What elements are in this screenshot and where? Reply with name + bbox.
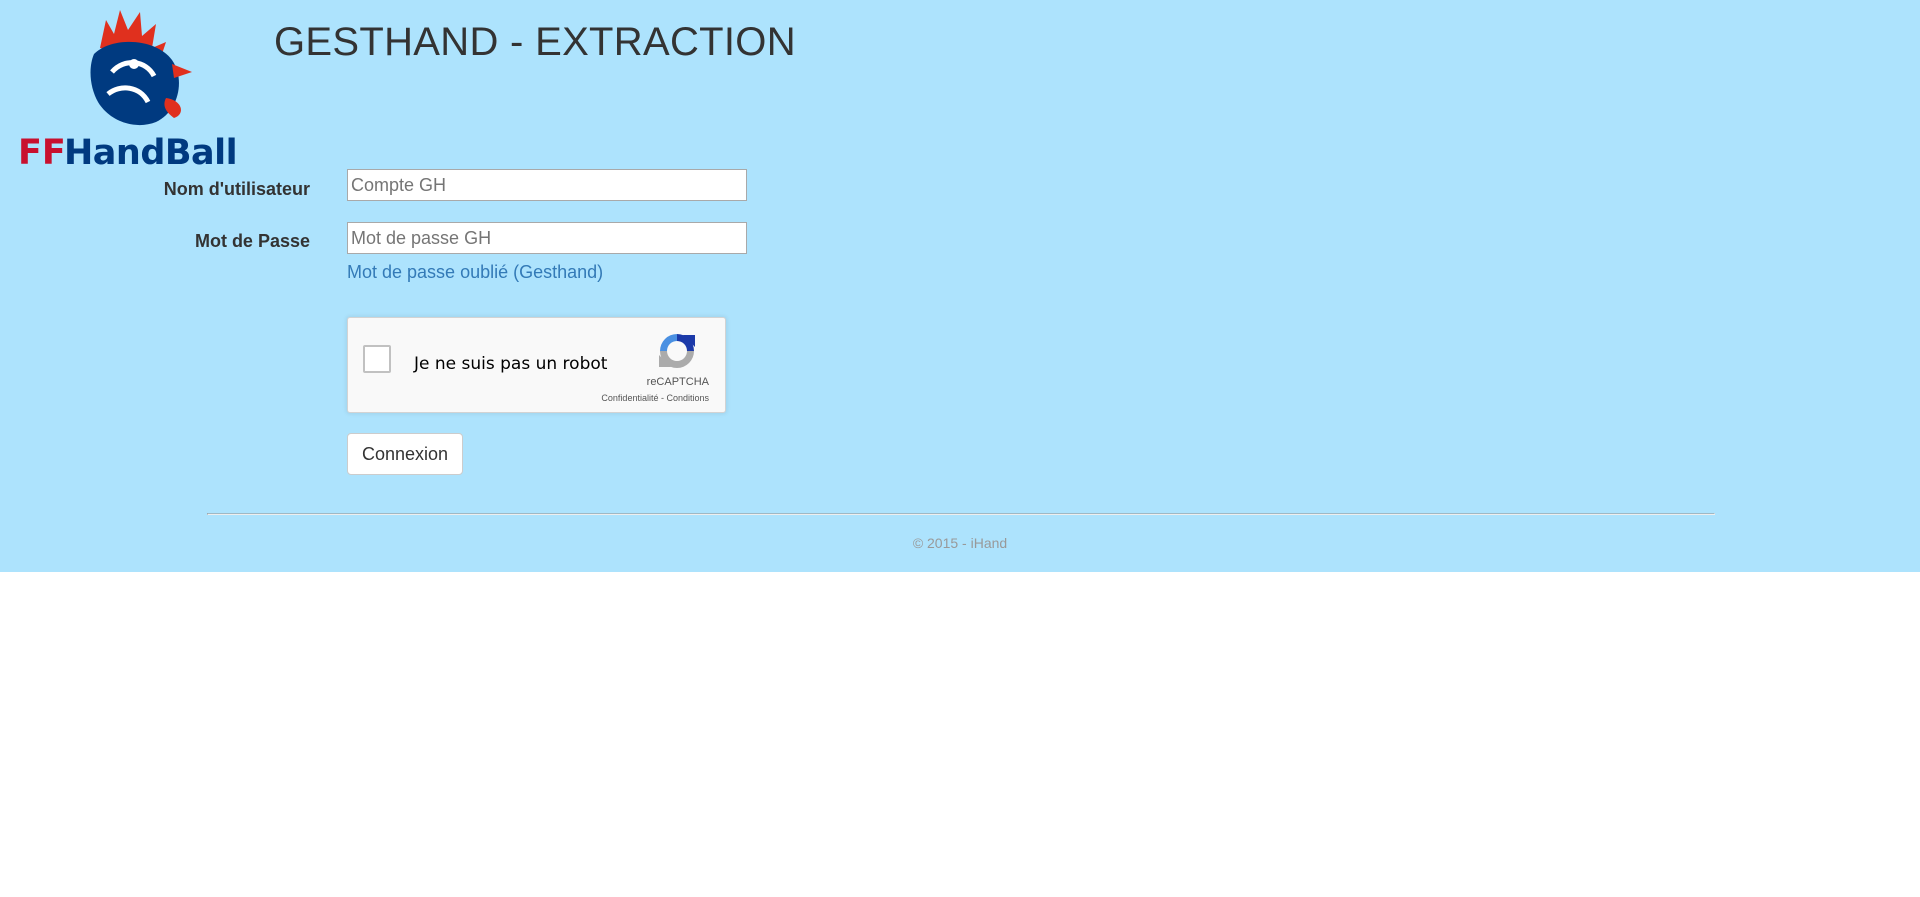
recaptcha-widget: Je ne suis pas un robot reCAPTCHA Confid…: [347, 317, 726, 413]
recaptcha-checkbox[interactable]: [363, 345, 391, 373]
footer-copyright: © 2015 - iHand: [912, 535, 1008, 551]
recaptcha-logo-icon: [659, 334, 695, 368]
username-input[interactable]: [347, 169, 747, 201]
recaptcha-privacy-link[interactable]: Confidentialité: [601, 393, 658, 403]
header-banner: [0, 0, 1920, 572]
recaptcha-links: Confidentialité - Conditions: [601, 393, 709, 403]
rooster-head-icon: [90, 41, 179, 126]
password-label: Mot de Passe: [194, 231, 310, 251]
forgot-password-link[interactable]: Mot de passe oublié (Gesthand): [347, 262, 603, 283]
logo-text-handball: HandBall: [64, 133, 237, 170]
recaptcha-brand: reCAPTCHA: [646, 376, 709, 388]
password-input[interactable]: [347, 222, 747, 254]
login-button[interactable]: Connexion: [347, 433, 463, 475]
username-label: Nom d'utilisateur: [163, 179, 310, 199]
ffhandball-logo: FF HandBall: [16, 2, 272, 170]
logo-text-ff: FF: [18, 133, 66, 170]
footer-divider: [207, 513, 1715, 515]
recaptcha-terms-link[interactable]: Conditions: [666, 393, 709, 403]
recaptcha-label: Je ne suis pas un robot: [414, 354, 608, 374]
page-title: GESTHAND - EXTRACTION: [274, 20, 796, 64]
